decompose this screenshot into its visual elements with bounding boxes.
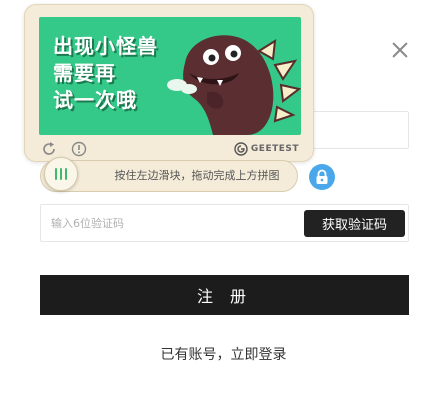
slider-track[interactable]: 按住左边滑块，拖动完成上方拼图 [40,160,298,192]
login-link[interactable]: 已有账号，立即登录 [0,344,447,364]
slider-hint: 按住左边滑块，拖动完成上方拼图 [114,169,280,182]
geetest-logo[interactable]: GEETEST [234,141,299,157]
slider-knob[interactable] [44,157,78,191]
register-button[interactable]: 注 册 [40,275,409,315]
captcha-popup: 出现小怪兽 需要再 试一次哦 GEETEST [24,4,314,162]
captcha-toolbar: GEETEST [39,139,301,159]
geetest-logo-icon [234,142,248,156]
grip-icon [60,168,62,180]
grip-icon [65,168,67,180]
get-code-button[interactable]: 获取验证码 [304,210,405,237]
sms-code-field: 获取验证码 [40,204,409,242]
refresh-icon[interactable] [41,141,57,157]
geetest-brand-text: GEETEST [250,144,299,154]
grip-icon [55,168,57,180]
captcha-image: 出现小怪兽 需要再 试一次哦 [39,17,301,135]
lock-button[interactable] [309,164,335,190]
lock-icon [316,169,328,184]
monster-illustration [167,35,301,135]
close-icon[interactable] [388,38,412,62]
sms-code-input[interactable] [51,205,291,241]
info-icon[interactable] [71,141,87,157]
